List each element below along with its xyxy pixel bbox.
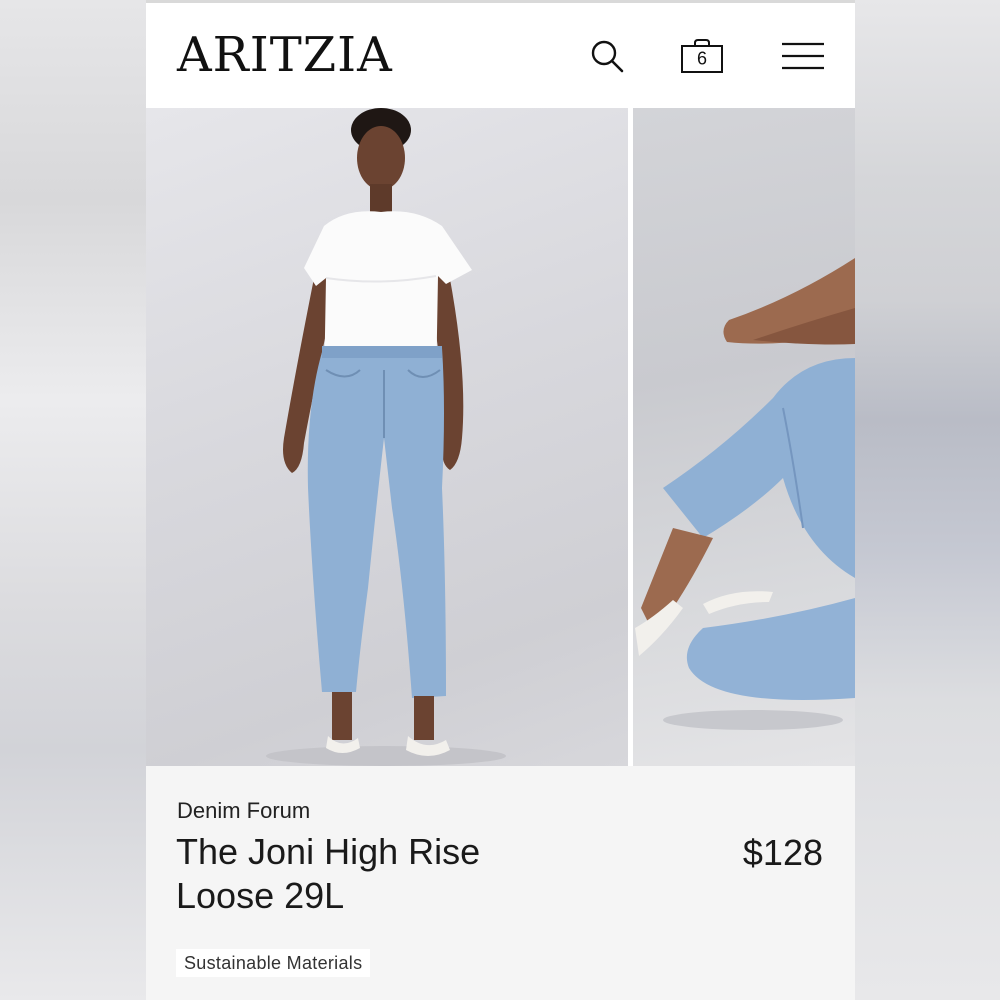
sustainable-materials-badge[interactable]: Sustainable Materials	[176, 949, 371, 977]
product-price: $128	[742, 832, 823, 873]
model-full-body-illustration	[266, 108, 506, 766]
background-blur-right	[854, 0, 1000, 1000]
brand-logo[interactable]: ARITZIA	[177, 29, 393, 81]
product-info: Denim Forum The Joni High Rise Loose 29L…	[146, 766, 855, 1000]
product-title: The Joni High Rise Loose 29L	[176, 831, 481, 916]
model-seated-legs-illustration	[635, 258, 855, 730]
menu-button[interactable]	[780, 33, 826, 79]
product-image-gallery[interactable]	[146, 108, 855, 766]
product-brand[interactable]: Denim Forum	[177, 798, 310, 824]
site-header: ARITZIA 6	[146, 3, 855, 108]
hamburger-menu-icon	[782, 42, 824, 70]
bag-count-badge: 6	[696, 48, 708, 69]
product-photo-main[interactable]	[146, 108, 628, 766]
shopping-bag-button[interactable]: 6	[676, 33, 728, 79]
product-photo-detail[interactable]	[633, 108, 855, 766]
search-icon	[591, 40, 624, 73]
search-button[interactable]	[584, 33, 630, 79]
background-blur-left	[0, 0, 146, 1000]
phone-screen: ARITZIA 6 Denim Forum The Joni High Rise…	[146, 0, 855, 1000]
